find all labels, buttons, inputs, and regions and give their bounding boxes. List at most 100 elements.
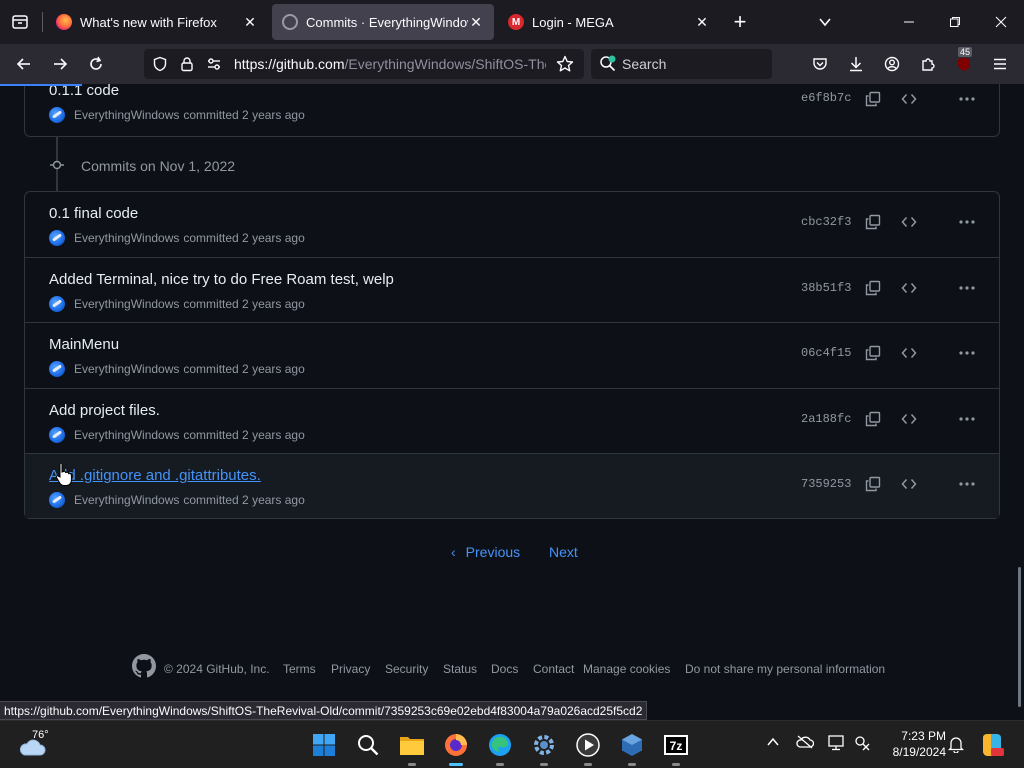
commit-message-link[interactable]: Add project files. (49, 402, 160, 419)
permissions-icon[interactable] (206, 56, 222, 72)
taskbar-file-explorer[interactable] (396, 729, 428, 766)
copy-sha-button[interactable] (859, 339, 887, 367)
commit-sha-link[interactable]: cbc32f3 (801, 215, 851, 229)
footer-link-manage-cookies[interactable]: Manage cookies (583, 662, 670, 676)
taskbar-settings[interactable] (528, 729, 560, 766)
commit-message-link[interactable]: 0.1.1 code (49, 84, 119, 99)
tab-commits[interactable]: Commits · EverythingWindows ✕ (272, 4, 494, 40)
footer-link-do-not-share[interactable]: Do not share my personal information (685, 662, 885, 676)
list-all-tabs-button[interactable] (811, 8, 839, 36)
footer-link-security[interactable]: Security (385, 662, 428, 676)
bookmark-star-icon[interactable] (556, 55, 574, 73)
browse-repo-button[interactable] (895, 470, 923, 498)
pocket-button[interactable] (806, 50, 834, 78)
more-options-button[interactable] (953, 405, 981, 433)
browse-repo-button[interactable] (895, 405, 923, 433)
taskbar-copilot[interactable] (976, 729, 1008, 761)
network-volume-tray[interactable] (854, 735, 872, 754)
footer-link-contact[interactable]: Contact (533, 662, 574, 676)
close-tab-icon[interactable]: ✕ (468, 14, 484, 31)
avatar[interactable] (49, 107, 65, 123)
ublock-extension-button[interactable]: 45 (950, 47, 978, 78)
commit-author[interactable]: EverythingWindows (74, 231, 179, 245)
avatar[interactable] (49, 427, 65, 443)
browse-repo-button[interactable] (895, 274, 923, 302)
taskbar-7zip[interactable]: 7z (660, 729, 692, 766)
avatar[interactable] (49, 296, 65, 312)
more-options-button[interactable] (953, 208, 981, 236)
footer-link-terms[interactable]: Terms (283, 662, 316, 676)
browse-repo-button[interactable] (895, 208, 923, 236)
search-bar[interactable]: Search (591, 49, 772, 79)
previous-page-button[interactable]: ‹ Previous (451, 544, 520, 560)
extensions-button[interactable] (914, 50, 942, 78)
commit-sha-link[interactable]: 38b51f3 (801, 281, 851, 295)
commit-author[interactable]: EverythingWindows (74, 362, 179, 376)
back-button[interactable] (10, 50, 38, 78)
taskbar-media-player[interactable] (572, 729, 604, 766)
avatar[interactable] (49, 492, 65, 508)
copy-sha-button[interactable] (859, 208, 887, 236)
display-tray-icon[interactable] (828, 735, 846, 754)
close-tab-icon[interactable]: ✕ (694, 14, 710, 31)
address-bar[interactable]: https://github.com/EverythingWindows/Shi… (144, 49, 584, 79)
avatar[interactable] (49, 361, 65, 377)
copy-sha-button[interactable] (859, 85, 887, 113)
new-tab-button[interactable]: + (726, 8, 754, 36)
commit-author[interactable]: EverythingWindows (74, 108, 179, 122)
minimize-button[interactable] (886, 0, 932, 44)
forward-button[interactable] (46, 50, 74, 78)
commit-message-link[interactable]: Add .gitignore and .gitattributes. (49, 467, 261, 484)
firefox-view-button[interactable] (6, 8, 34, 36)
page-scrollbar[interactable] (1018, 567, 1021, 707)
commit-sha-link[interactable]: 06c4f15 (801, 346, 851, 360)
tab-mega-login[interactable]: M Login - MEGA ✕ (498, 4, 720, 40)
copy-sha-button[interactable] (859, 274, 887, 302)
commit-message-link[interactable]: Added Terminal, nice try to do Free Roam… (49, 271, 394, 288)
more-options-button[interactable] (953, 85, 981, 113)
more-options-button[interactable] (953, 470, 981, 498)
copy-sha-button[interactable] (859, 405, 887, 433)
taskbar-firefox[interactable] (440, 729, 472, 766)
downloads-button[interactable] (842, 50, 870, 78)
search-engine-icon[interactable] (599, 55, 617, 73)
footer-link-status[interactable]: Status (443, 662, 477, 676)
github-logo-icon[interactable] (132, 654, 156, 678)
notifications-button[interactable] (947, 735, 965, 756)
commit-author[interactable]: EverythingWindows (74, 428, 179, 442)
taskbar-search-button[interactable] (352, 729, 384, 761)
commit-author[interactable]: EverythingWindows (74, 493, 179, 507)
footer-link-privacy[interactable]: Privacy (331, 662, 370, 676)
taskbar-virtualbox[interactable] (616, 729, 648, 766)
browse-repo-button[interactable] (895, 85, 923, 113)
commit-sha-link[interactable]: 7359253 (801, 477, 851, 491)
start-button[interactable] (308, 729, 340, 761)
lock-icon[interactable] (179, 56, 195, 72)
more-options-button[interactable] (953, 274, 981, 302)
app-menu-button[interactable] (986, 50, 1014, 78)
reload-button[interactable] (82, 50, 110, 78)
commit-message-link[interactable]: MainMenu (49, 336, 119, 353)
show-hidden-icons-button[interactable] (766, 735, 780, 752)
url-text[interactable]: https://github.com/EverythingWindows/Shi… (234, 56, 546, 72)
browse-repo-button[interactable] (895, 339, 923, 367)
onedrive-tray-icon[interactable] (796, 735, 815, 752)
commit-sha-link[interactable]: 2a188fc (801, 412, 851, 426)
footer-link-docs[interactable]: Docs (491, 662, 518, 676)
weather-widget[interactable]: 76° (16, 727, 76, 763)
commit-author[interactable]: EverythingWindows (74, 297, 179, 311)
account-button[interactable] (878, 50, 906, 78)
restore-button[interactable] (932, 0, 978, 44)
avatar[interactable] (49, 230, 65, 246)
tab-whats-new[interactable]: What's new with Firefox ✕ (46, 4, 268, 40)
next-page-button[interactable]: Next (549, 544, 578, 560)
commit-message-link[interactable]: 0.1 final code (49, 205, 138, 222)
system-clock[interactable]: 7:23 PM 8/19/2024 (876, 728, 946, 760)
taskbar-edge[interactable] (484, 729, 516, 766)
copy-sha-button[interactable] (859, 470, 887, 498)
close-tab-icon[interactable]: ✕ (242, 14, 258, 31)
commit-sha-link[interactable]: e6f8b7c (801, 91, 851, 105)
more-options-button[interactable] (953, 339, 981, 367)
close-window-button[interactable] (978, 0, 1024, 44)
shield-icon[interactable] (152, 56, 168, 72)
